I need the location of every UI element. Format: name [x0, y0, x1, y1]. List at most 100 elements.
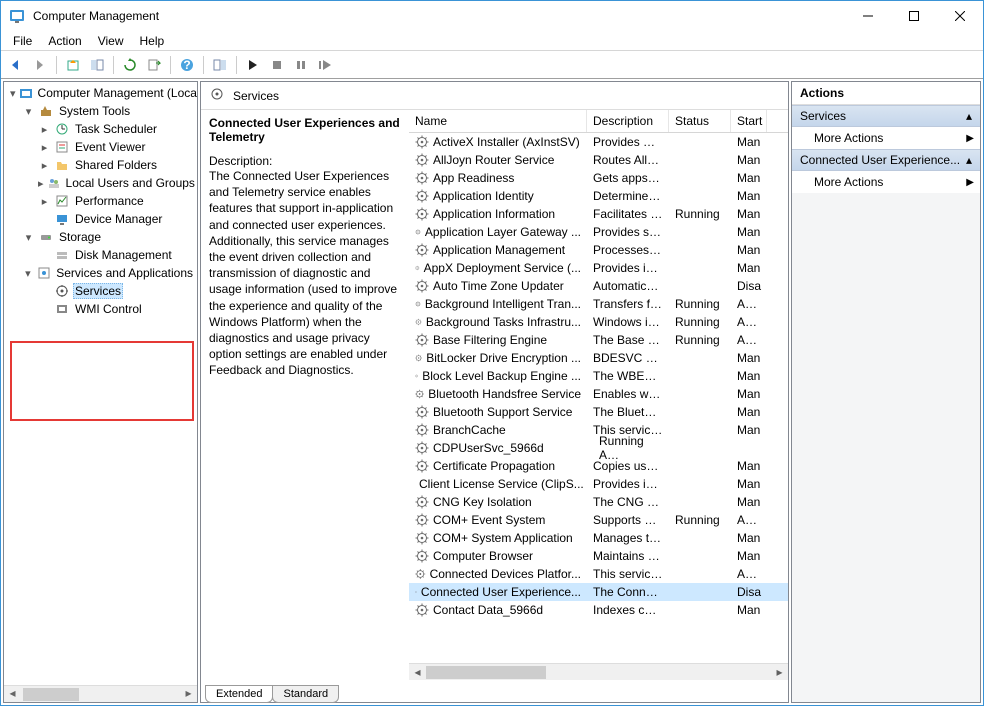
tree-shared-folders[interactable]: ▸Shared Folders	[6, 156, 195, 174]
svg-text:?: ?	[183, 58, 190, 72]
service-row[interactable]: Client License Service (ClipS...Provides…	[409, 475, 788, 493]
nav-back-button[interactable]	[5, 54, 27, 76]
tree-wmi[interactable]: WMI Control	[6, 300, 195, 318]
close-button[interactable]	[937, 1, 983, 31]
cell-name: Bluetooth Handsfree Service	[409, 387, 587, 401]
tree-performance[interactable]: ▸Performance	[6, 192, 195, 210]
minimize-button[interactable]	[845, 1, 891, 31]
tab-standard[interactable]: Standard	[272, 685, 339, 703]
service-row[interactable]: App ReadinessGets apps re...Man	[409, 169, 788, 187]
service-row[interactable]: Computer BrowserMaintains a...Man	[409, 547, 788, 565]
service-row[interactable]: Application IdentityDetermines ...Man	[409, 187, 788, 205]
description-text: The Connected User Experiences and Telem…	[209, 168, 401, 378]
cell-desc: The Bluetoo...	[587, 405, 669, 419]
actions-more-1[interactable]: More Actions▶	[792, 127, 980, 149]
cell-start: Man	[731, 225, 767, 239]
cell-start: Man	[731, 261, 767, 275]
menu-file[interactable]: File	[5, 32, 40, 50]
service-row[interactable]: Base Filtering EngineThe Base Fil...Runn…	[409, 331, 788, 349]
tree-event-viewer[interactable]: ▸Event Viewer	[6, 138, 195, 156]
menu-help[interactable]: Help	[132, 32, 173, 50]
service-row[interactable]: AllJoyn Router ServiceRoutes AllJo...Man	[409, 151, 788, 169]
show-hide-action-button[interactable]	[209, 54, 231, 76]
cell-name: BranchCache	[409, 423, 587, 437]
tree-task-scheduler[interactable]: ▸Task Scheduler	[6, 120, 195, 138]
actions-more-2[interactable]: More Actions▶	[792, 171, 980, 193]
cell-start: Auto	[731, 297, 767, 311]
service-row[interactable]: BitLocker Drive Encryption ...BDESVC hos…	[409, 349, 788, 367]
service-row[interactable]: Auto Time Zone UpdaterAutomatica...Disa	[409, 277, 788, 295]
menu-action[interactable]: Action	[40, 32, 89, 50]
actions-section-services[interactable]: Services▴	[792, 105, 980, 127]
service-row[interactable]: Background Intelligent Tran...Transfers …	[409, 295, 788, 313]
cell-desc: Provides inf...	[587, 477, 669, 491]
service-row[interactable]: COM+ Event SystemSupports Sy...RunningAu…	[409, 511, 788, 529]
service-row[interactable]: Certificate PropagationCopies user ...Ma…	[409, 457, 788, 475]
cell-start: Man	[731, 207, 767, 221]
service-row[interactable]: Application InformationFacilitates t...R…	[409, 205, 788, 223]
center-pane: Services Connected User Experiences and …	[200, 81, 789, 703]
service-row[interactable]: AppX Deployment Service (...Provides inf…	[409, 259, 788, 277]
cell-name: ActiveX Installer (AxInstSV)	[409, 135, 587, 149]
app-icon	[9, 8, 25, 24]
cell-status: Running	[593, 434, 655, 448]
col-status[interactable]: Status	[669, 110, 731, 132]
col-description[interactable]: Description	[587, 110, 669, 132]
cell-name: BitLocker Drive Encryption ...	[409, 351, 587, 365]
list-header[interactable]: Name Description Status Start	[409, 110, 788, 133]
cell-name: Background Intelligent Tran...	[409, 297, 587, 311]
pause-service-button[interactable]	[290, 54, 312, 76]
tree-root[interactable]: ▾Computer Management (Local	[6, 84, 195, 102]
service-row[interactable]: Application ManagementProcesses in...Man	[409, 241, 788, 259]
service-row[interactable]: Connected User Experience...The Connec..…	[409, 583, 788, 601]
nav-forward-button[interactable]	[29, 54, 51, 76]
col-startup[interactable]: Start	[731, 110, 767, 132]
export-button[interactable]	[143, 54, 165, 76]
service-row[interactable]: Application Layer Gateway ...Provides su…	[409, 223, 788, 241]
collapse-icon: ▴	[966, 153, 972, 167]
tree-disk-mgmt[interactable]: Disk Management	[6, 246, 195, 264]
tree-systools[interactable]: ▾System Tools	[6, 102, 195, 120]
cell-name: Connected User Experience...	[409, 585, 587, 599]
cell-start: Disa	[731, 279, 767, 293]
service-row[interactable]: COM+ System ApplicationManages th...Man	[409, 529, 788, 547]
service-row[interactable]: ActiveX Installer (AxInstSV)Provides Us.…	[409, 133, 788, 151]
navigation-tree[interactable]: ▾Computer Management (Local ▾System Tool…	[3, 81, 198, 703]
actions-section-selected[interactable]: Connected User Experience...▴	[792, 149, 980, 171]
refresh-button[interactable]	[119, 54, 141, 76]
tree-hscrollbar[interactable]: ◂▸	[4, 685, 197, 702]
service-row[interactable]: Block Level Backup Engine ...The WBENG..…	[409, 367, 788, 385]
service-row[interactable]: Contact Data_5966dIndexes con...Man	[409, 601, 788, 619]
maximize-button[interactable]	[891, 1, 937, 31]
col-name[interactable]: Name	[409, 110, 587, 132]
list-hscrollbar[interactable]: ◂▸	[409, 663, 788, 680]
service-row[interactable]: CDPUserSvc_5966dRunningAuto	[409, 439, 788, 457]
collapse-icon: ▴	[966, 109, 972, 123]
service-row[interactable]: Background Tasks Infrastru...Windows in.…	[409, 313, 788, 331]
cell-name: Application Management	[409, 243, 587, 257]
tree-storage[interactable]: ▾Storage	[6, 228, 195, 246]
help-button[interactable]: ?	[176, 54, 198, 76]
toolbar: ?	[1, 51, 983, 79]
cell-desc: Supports Sy...	[587, 513, 669, 527]
service-row[interactable]: CNG Key IsolationThe CNG ke...Man	[409, 493, 788, 511]
cell-name: COM+ System Application	[409, 531, 587, 545]
list-body[interactable]: ActiveX Installer (AxInstSV)Provides Us.…	[409, 133, 788, 663]
service-row[interactable]: Bluetooth Handsfree ServiceEnables wir..…	[409, 385, 788, 403]
tree-device-manager[interactable]: Device Manager	[6, 210, 195, 228]
cell-name: Certificate Propagation	[409, 459, 587, 473]
tree-local-users[interactable]: ▸Local Users and Groups	[6, 174, 195, 192]
restart-service-button[interactable]	[314, 54, 336, 76]
service-row[interactable]: Connected Devices Platfor...This service…	[409, 565, 788, 583]
stop-service-button[interactable]	[266, 54, 288, 76]
service-row[interactable]: Bluetooth Support ServiceThe Bluetoo...M…	[409, 403, 788, 421]
menu-view[interactable]: View	[90, 32, 132, 50]
show-hide-tree-button[interactable]	[86, 54, 108, 76]
tab-extended[interactable]: Extended	[205, 685, 273, 703]
tree-svcapp[interactable]: ▾Services and Applications	[6, 264, 195, 282]
cell-name: CDPUserSvc_5966d	[409, 441, 587, 455]
up-button[interactable]	[62, 54, 84, 76]
tree-services[interactable]: Services	[6, 282, 195, 300]
start-service-button[interactable]	[242, 54, 264, 76]
cell-start: Man	[731, 459, 767, 473]
